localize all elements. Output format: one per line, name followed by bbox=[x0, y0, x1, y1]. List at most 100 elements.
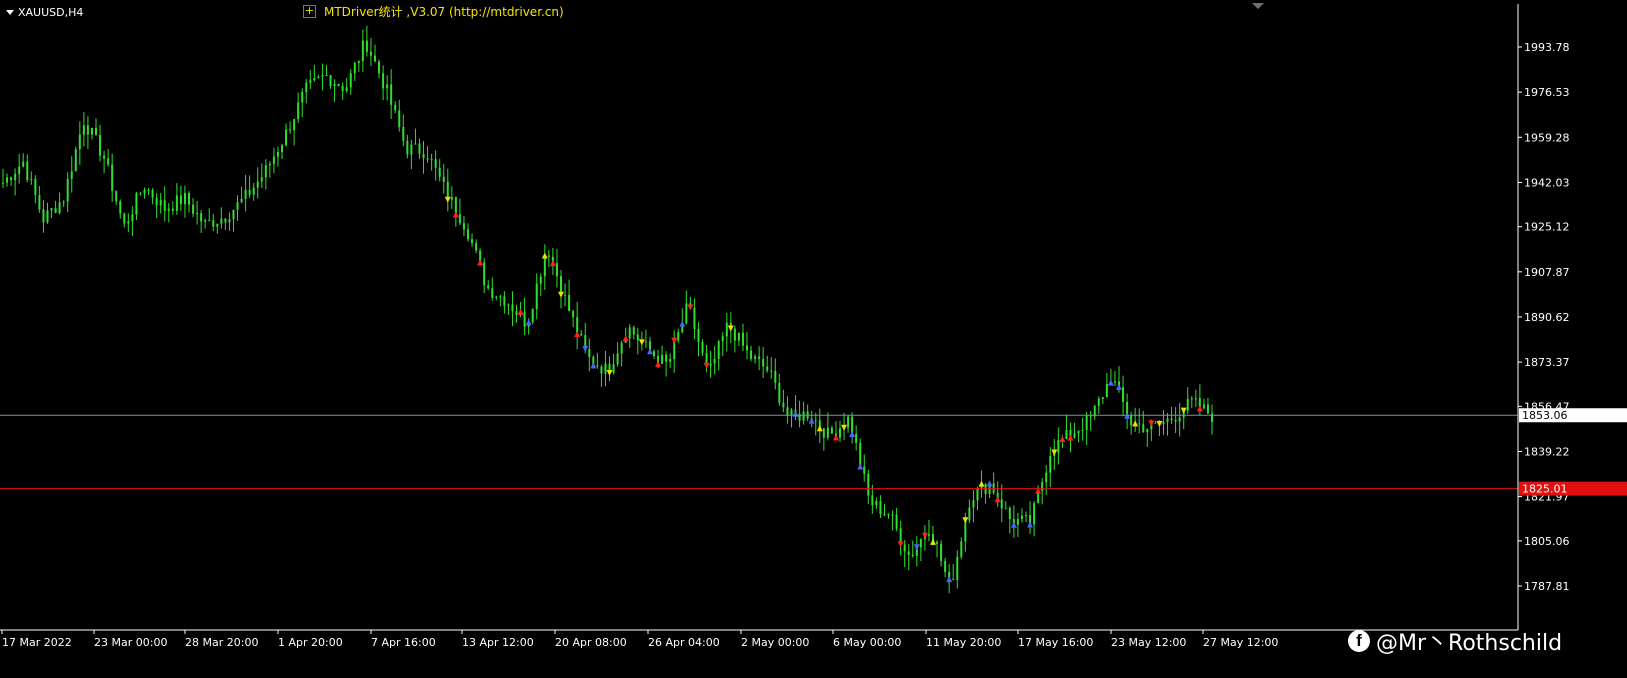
trade-marker bbox=[994, 496, 1001, 503]
candle-body bbox=[871, 495, 874, 506]
candle-body bbox=[487, 285, 490, 289]
trade-marker bbox=[517, 308, 524, 315]
candle-body bbox=[600, 366, 603, 374]
trade-marker bbox=[679, 320, 686, 327]
watermark-text: @Mr丶Rothschild bbox=[1376, 631, 1563, 656]
candle-body bbox=[1194, 398, 1197, 400]
trade-marker bbox=[590, 362, 597, 369]
candle-body bbox=[1154, 422, 1157, 424]
trade-marker bbox=[1124, 412, 1131, 419]
candle-body bbox=[228, 219, 231, 223]
candle-body bbox=[1033, 503, 1036, 525]
candle-body bbox=[669, 359, 672, 362]
trade-marker bbox=[913, 544, 920, 551]
trade-marker bbox=[638, 339, 645, 346]
current-price-tag-text: 1853.06 bbox=[1522, 409, 1568, 422]
candle-body bbox=[1130, 415, 1133, 426]
trade-marker bbox=[671, 337, 678, 344]
candle-body bbox=[855, 433, 858, 443]
candle-body bbox=[1190, 398, 1193, 400]
candle-body bbox=[535, 283, 538, 310]
candle-body bbox=[285, 129, 288, 146]
candle-body bbox=[272, 156, 275, 164]
candle-body bbox=[1142, 424, 1145, 433]
candle-body bbox=[879, 501, 882, 514]
candle-body bbox=[499, 296, 502, 298]
candle-body bbox=[685, 303, 688, 324]
shift-marker-icon[interactable] bbox=[1252, 3, 1264, 9]
candle-body bbox=[167, 208, 170, 211]
candle-body bbox=[564, 294, 567, 296]
candle-body bbox=[281, 145, 283, 153]
candle-body bbox=[386, 84, 389, 89]
candle-body bbox=[1206, 404, 1209, 414]
candle-body bbox=[875, 501, 878, 506]
candle-body bbox=[216, 223, 219, 227]
candle-body bbox=[147, 189, 150, 191]
candle-body bbox=[786, 407, 789, 416]
candle-body bbox=[588, 349, 591, 357]
candle-body bbox=[46, 210, 49, 223]
candle-body bbox=[770, 370, 773, 372]
candle-body bbox=[475, 243, 478, 251]
candle-body bbox=[1138, 423, 1141, 425]
candle-body bbox=[1041, 482, 1044, 491]
trade-marker bbox=[477, 259, 484, 266]
candle-body bbox=[179, 195, 182, 205]
candle-body bbox=[2, 182, 4, 184]
candle-body bbox=[725, 322, 728, 337]
candle-body bbox=[378, 61, 381, 74]
candle-body bbox=[826, 427, 829, 438]
trade-marker bbox=[808, 417, 815, 424]
candle-body bbox=[260, 177, 263, 182]
candle-body bbox=[952, 579, 955, 581]
candle-body bbox=[1016, 519, 1019, 525]
candle-body bbox=[26, 161, 29, 180]
candle-body bbox=[944, 560, 947, 572]
trade-marker bbox=[444, 196, 451, 203]
candle-body bbox=[321, 75, 324, 77]
price-label: 1890.62 bbox=[1524, 311, 1570, 324]
candle-body bbox=[18, 166, 21, 174]
candle-body bbox=[891, 514, 894, 516]
price-chart-canvas[interactable]: 1993.78 1976.53 1959.28 1942.03 1925.12 1907.… bbox=[0, 0, 1627, 678]
trade-marker bbox=[574, 330, 581, 337]
chart-window[interactable]: 1993.78 1976.53 1959.28 1942.03 1925.12 1907.… bbox=[0, 0, 1627, 678]
trade-marker bbox=[792, 410, 799, 417]
candle-body bbox=[1081, 429, 1084, 431]
dropdown-triangle-icon[interactable] bbox=[6, 10, 14, 15]
candle-body bbox=[568, 295, 571, 312]
time-label: 17 May 16:00 bbox=[1018, 636, 1093, 649]
candle-body bbox=[733, 328, 736, 341]
candle-body bbox=[782, 402, 785, 408]
trade-marker bbox=[1051, 449, 1058, 456]
candle-body bbox=[693, 307, 696, 330]
trade-marker bbox=[541, 252, 548, 259]
candle-body bbox=[992, 483, 995, 493]
plus-icon[interactable]: + bbox=[303, 5, 316, 18]
candle-body bbox=[511, 304, 514, 312]
candle-body bbox=[507, 304, 510, 306]
price-label: 1925.12 bbox=[1524, 221, 1570, 234]
trade-marker bbox=[930, 538, 936, 545]
candle-body bbox=[471, 239, 474, 244]
trade-marker bbox=[841, 424, 848, 431]
candle-body bbox=[58, 202, 61, 214]
candle-body bbox=[248, 190, 251, 195]
candle-body bbox=[382, 73, 385, 89]
candle-body bbox=[1105, 383, 1108, 398]
candle-body bbox=[317, 76, 320, 79]
symbol-title[interactable]: XAUUSD,H4 bbox=[6, 6, 83, 19]
price-label: 1993.78 bbox=[1524, 41, 1570, 54]
trade-marker bbox=[1156, 420, 1163, 427]
candle-body bbox=[123, 213, 126, 224]
candle-body bbox=[264, 165, 267, 178]
candle-body bbox=[907, 551, 910, 555]
candle-body bbox=[1186, 398, 1189, 411]
candle-body bbox=[192, 204, 195, 214]
candle-body bbox=[822, 428, 825, 438]
candle-body bbox=[309, 80, 312, 83]
candle-body bbox=[1085, 414, 1088, 430]
candle-body bbox=[171, 208, 174, 211]
candle-body bbox=[495, 296, 498, 298]
